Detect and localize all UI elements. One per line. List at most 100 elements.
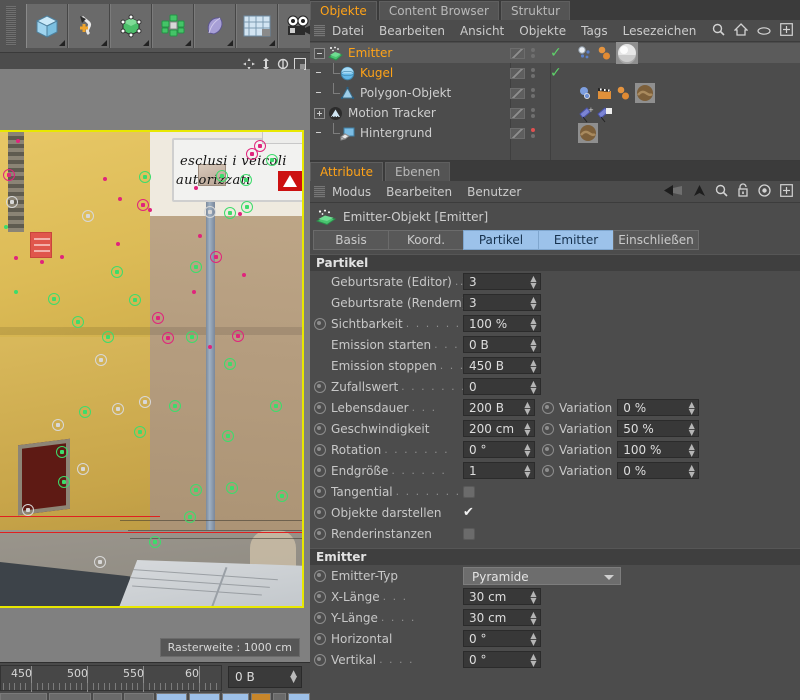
- current-frame-field[interactable]: 0 B ▲ ▼: [228, 666, 302, 688]
- animation-track-radio[interactable]: [314, 611, 326, 624]
- tab-einschliessen[interactable]: Einschließen: [613, 230, 699, 250]
- nurbs-tool-icon[interactable]: [110, 4, 152, 48]
- animation-track-radio[interactable]: [314, 380, 326, 393]
- menu-objekte[interactable]: Objekte: [519, 24, 566, 38]
- value-field[interactable]: 200 B ▲ ▼: [463, 399, 535, 416]
- add-layout-icon[interactable]: [780, 21, 793, 40]
- menu-benutzer[interactable]: Benutzer: [467, 185, 521, 199]
- value-field[interactable]: 450 B ▲ ▼: [463, 357, 541, 374]
- animation-track-radio[interactable]: [314, 464, 326, 477]
- material-tag-icon[interactable]: [597, 46, 612, 61]
- animation-track-radio[interactable]: [314, 422, 326, 435]
- menu-bearbeiten[interactable]: Bearbeiten: [379, 24, 445, 38]
- layer-chip[interactable]: [510, 127, 525, 139]
- texture-tag-icon[interactable]: [635, 83, 655, 103]
- animation-track-radio[interactable]: [314, 401, 326, 414]
- deformer-tool-icon[interactable]: [194, 4, 236, 48]
- layer-chip[interactable]: [510, 87, 525, 99]
- animation-track-radio[interactable]: [314, 506, 326, 519]
- menu-modus[interactable]: Modus: [332, 185, 371, 199]
- value-spinner-icon[interactable]: ▲ ▼: [524, 422, 531, 437]
- motion-clip-tag-icon[interactable]: [597, 86, 612, 101]
- menu-ansicht[interactable]: Ansicht: [460, 24, 504, 38]
- value-field[interactable]: 0 B ▲ ▼: [463, 336, 541, 353]
- enabled-check-icon[interactable]: ✓: [550, 45, 562, 61]
- up-arrow-icon[interactable]: [693, 182, 706, 201]
- checkbox[interactable]: [463, 485, 475, 498]
- back-arrow-icon[interactable]: [664, 182, 684, 201]
- timeline-bar[interactable]: 450 500 550 60 0 B ▲ ▼: [0, 662, 311, 700]
- animation-track-radio[interactable]: [314, 569, 326, 582]
- variation-value-field[interactable]: 100 % ▲ ▼: [617, 441, 700, 458]
- value-field[interactable]: 0 ° ▲ ▼: [463, 441, 535, 458]
- animation-track-radio[interactable]: [314, 590, 326, 603]
- particle-tag-icon[interactable]: [578, 45, 593, 61]
- tab-partikel[interactable]: Partikel: [463, 230, 538, 250]
- animation-track-radio[interactable]: [314, 485, 326, 498]
- variation-value-field[interactable]: 0 % ▲ ▼: [617, 462, 700, 479]
- constraint-tag-icon[interactable]: [597, 106, 612, 122]
- search-icon[interactable]: [715, 182, 728, 201]
- menu-grip-icon[interactable]: [314, 24, 325, 37]
- object-row-hintergrund[interactable]: Hintergrund ✓: [310, 123, 800, 143]
- value-field[interactable]: 100 % ▲ ▼: [463, 315, 541, 332]
- value-spinner-icon[interactable]: ▲ ▼: [688, 464, 695, 479]
- material-tag-icon[interactable]: [616, 86, 631, 101]
- target-icon[interactable]: [758, 182, 771, 201]
- animation-track-radio[interactable]: [314, 443, 326, 456]
- variation-track-radio[interactable]: [542, 422, 554, 435]
- menu-grip-icon[interactable]: [314, 185, 325, 198]
- view-layout-icon[interactable]: [294, 55, 306, 70]
- visibility-dots-icon[interactable]: [531, 48, 535, 58]
- layer-chip[interactable]: [510, 67, 525, 79]
- tab-content-browser[interactable]: Content Browser: [378, 1, 499, 20]
- variation-track-radio[interactable]: [542, 401, 554, 414]
- animation-track-radio[interactable]: [314, 317, 326, 330]
- emitter-type-dropdown[interactable]: Pyramide: [463, 566, 621, 585]
- visibility-dots-icon[interactable]: [531, 108, 535, 118]
- value-field[interactable]: 3 ▲ ▼: [463, 294, 541, 311]
- object-row-polygon-objekt[interactable]: Polygon-Objekt ✓: [310, 83, 800, 103]
- value-spinner-icon[interactable]: ▲ ▼: [530, 653, 537, 668]
- expander-icon[interactable]: [314, 47, 325, 59]
- visibility-dots-icon[interactable]: [531, 128, 535, 138]
- scale-axis-icon[interactable]: [260, 55, 272, 70]
- move-axis-icon[interactable]: [243, 55, 255, 70]
- object-tree[interactable]: Emitter ✓ Kugel ✓ Polygon-Objekt Motion …: [310, 42, 800, 160]
- tab-attribute[interactable]: Attribute: [310, 162, 383, 181]
- value-spinner-icon[interactable]: ▲ ▼: [530, 611, 537, 626]
- rotate-axis-icon[interactable]: [277, 55, 289, 70]
- sphere-material-icon[interactable]: [616, 42, 638, 64]
- variation-track-radio[interactable]: [542, 443, 554, 456]
- menu-tags[interactable]: Tags: [581, 24, 608, 38]
- toolbar-grip[interactable]: [6, 6, 16, 46]
- visibility-dots-icon[interactable]: [531, 68, 535, 78]
- visibility-dots-icon[interactable]: [531, 88, 535, 98]
- value-spinner-icon[interactable]: ▲ ▼: [530, 359, 537, 374]
- value-spinner-icon[interactable]: ▲ ▼: [688, 422, 695, 437]
- value-spinner-icon[interactable]: ▲ ▼: [530, 275, 537, 290]
- attribute-manager-panel[interactable]: Attribute Ebenen Modus Bearbeiten Benutz…: [310, 160, 800, 700]
- value-spinner-icon[interactable]: ▲ ▼: [530, 317, 537, 332]
- variation-value-field[interactable]: 50 % ▲ ▼: [617, 420, 700, 437]
- animation-track-radio[interactable]: [314, 527, 326, 540]
- texture-tag-icon[interactable]: [578, 123, 598, 143]
- add-icon[interactable]: [780, 182, 793, 201]
- value-spinner-icon[interactable]: ▲ ▼: [524, 464, 531, 479]
- value-spinner-icon[interactable]: ▲ ▼: [530, 380, 537, 395]
- object-row-motion-tracker[interactable]: Motion Tracker ✓ +: [310, 103, 800, 123]
- menu-datei[interactable]: Datei: [332, 24, 364, 38]
- value-spinner-icon[interactable]: ▲ ▼: [524, 443, 531, 458]
- tab-struktur[interactable]: Struktur: [501, 1, 571, 20]
- object-manager-panel[interactable]: Objekte Content Browser Struktur Datei B…: [310, 0, 800, 160]
- tab-objekte[interactable]: Objekte: [310, 1, 377, 20]
- value-field[interactable]: 3 ▲ ▼: [463, 273, 541, 290]
- value-field[interactable]: 0 ▲ ▼: [463, 378, 541, 395]
- eye-icon[interactable]: [757, 21, 771, 40]
- value-field[interactable]: 200 cm ▲ ▼: [463, 420, 535, 437]
- enabled-check-icon[interactable]: ✓: [550, 65, 562, 81]
- environment-tool-icon[interactable]: [236, 4, 278, 48]
- frame-spinner-icon[interactable]: ▲ ▼: [290, 670, 297, 685]
- variation-track-radio[interactable]: [542, 464, 554, 477]
- value-spinner-icon[interactable]: ▲ ▼: [530, 590, 537, 605]
